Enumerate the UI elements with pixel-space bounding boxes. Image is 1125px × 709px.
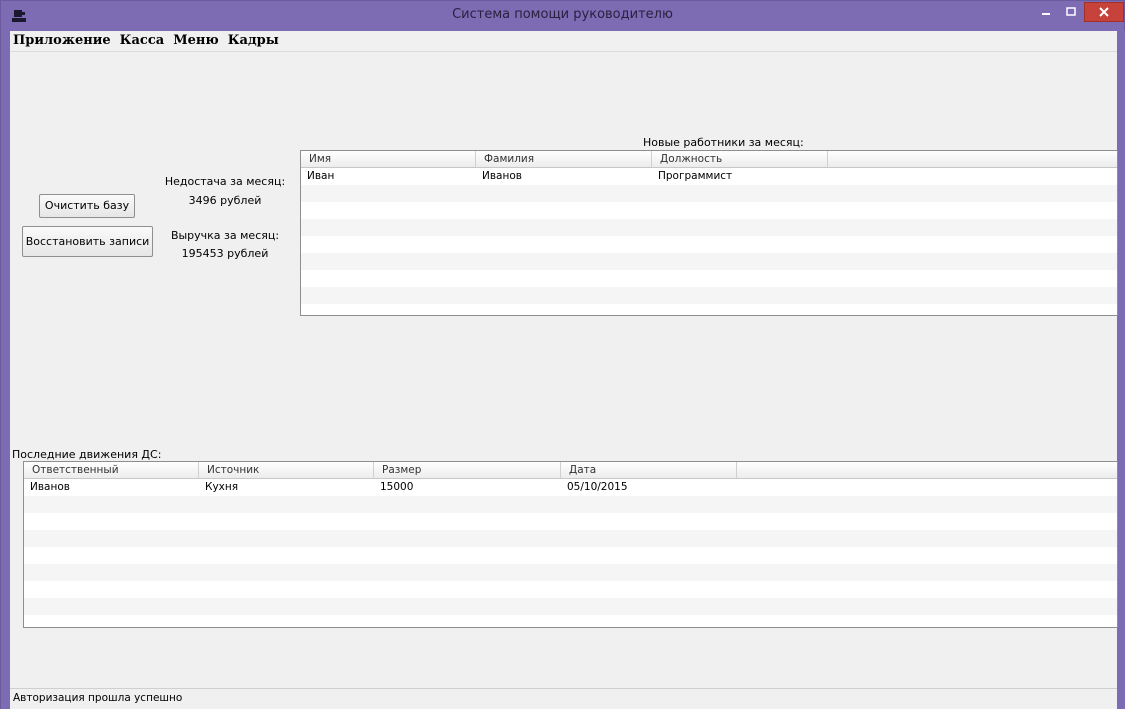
shortage-label: Недостача за месяц:: [164, 175, 286, 188]
empty-row: [301, 287, 1117, 304]
restore-records-button[interactable]: Восстановить записи: [22, 226, 153, 257]
close-icon: [1099, 7, 1109, 17]
empty-row: [301, 185, 1117, 202]
title-bar[interactable]: Система помощи руководителю: [1, 1, 1124, 31]
close-button[interactable]: [1084, 2, 1124, 22]
menu-item-staff[interactable]: Кадры: [225, 31, 282, 51]
cell-last-name: Иванов: [482, 170, 522, 182]
cell-responsible: Иванов: [30, 481, 70, 493]
empty-row: [24, 513, 1117, 530]
empty-row: [24, 530, 1117, 547]
clear-db-button[interactable]: Очистить базу: [39, 194, 135, 218]
revenue-label: Выручка за месяц:: [170, 229, 280, 242]
shortage-value: 3496 рублей: [188, 194, 262, 207]
column-header-last-name[interactable]: Фамилия: [476, 151, 652, 167]
window-frame-right: [1117, 31, 1125, 709]
new-workers-table[interactable]: Имя Фамилия Должность Иван Иванов Програ…: [300, 150, 1118, 316]
cell-position: Программист: [658, 170, 733, 182]
window-frame-left: [1, 31, 10, 709]
column-header-responsible[interactable]: Ответственный: [24, 462, 199, 478]
empty-row: [24, 581, 1117, 598]
menu-item-app[interactable]: Приложение: [10, 31, 114, 51]
cash-movements-table[interactable]: Ответственный Источник Размер Дата Ивано…: [23, 461, 1118, 628]
empty-row: [24, 496, 1117, 513]
new-workers-table-header: Имя Фамилия Должность: [301, 151, 1117, 168]
empty-row: [301, 270, 1117, 287]
column-header-first-name[interactable]: Имя: [301, 151, 476, 167]
table-row[interactable]: Иванов Кухня 15000 05/10/2015: [24, 479, 1117, 496]
table-row[interactable]: Иван Иванов Программист: [301, 168, 1117, 185]
cell-source: Кухня: [205, 481, 239, 493]
empty-row: [301, 219, 1117, 236]
cell-first-name: Иван: [307, 170, 335, 182]
main-panel: Очистить базу Восстановить записи Недост…: [10, 51, 1118, 688]
menu-bar: Приложение Касса Меню Кадры: [10, 31, 1117, 51]
column-header-position[interactable]: Должность: [652, 151, 828, 167]
window-title: Система помощи руководителю: [452, 7, 673, 22]
minimize-icon: [1042, 13, 1050, 15]
empty-row: [301, 236, 1117, 253]
empty-row: [301, 253, 1117, 270]
menu-item-cash[interactable]: Касса: [117, 31, 168, 51]
column-header-source[interactable]: Источник: [199, 462, 374, 478]
column-header-date[interactable]: Дата: [561, 462, 737, 478]
maximize-button[interactable]: [1059, 2, 1083, 22]
new-workers-caption: Новые работники за месяц:: [643, 136, 804, 149]
empty-row: [24, 598, 1117, 615]
revenue-value: 195453 рублей: [181, 247, 269, 260]
empty-row: [301, 202, 1117, 219]
status-bar: Авторизация прошла успешно: [10, 688, 1117, 709]
status-message: Авторизация прошла успешно: [13, 692, 183, 704]
cash-movements-caption: Последние движения ДС:: [12, 448, 162, 461]
column-header-amount[interactable]: Размер: [374, 462, 561, 478]
cell-amount: 15000: [380, 481, 414, 493]
maximize-icon: [1066, 7, 1076, 16]
main-window: Система помощи руководителю Приложение Ка…: [0, 0, 1125, 709]
minimize-button[interactable]: [1034, 2, 1058, 22]
menu-item-menu[interactable]: Меню: [170, 31, 222, 51]
cell-date: 05/10/2015: [567, 481, 628, 493]
empty-row: [24, 547, 1117, 564]
empty-row: [24, 564, 1117, 581]
cash-movements-table-header: Ответственный Источник Размер Дата: [24, 462, 1117, 479]
